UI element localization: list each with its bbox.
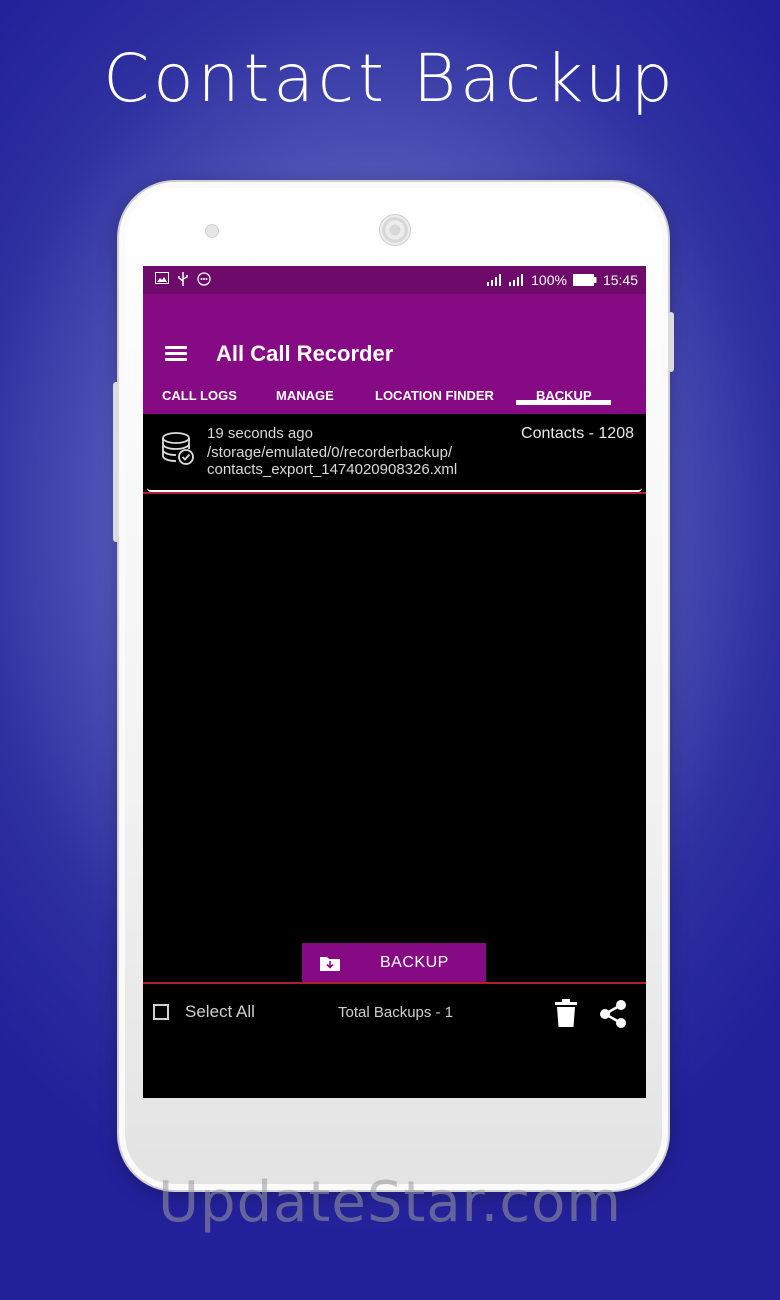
database-check-icon [162,432,194,465]
divider [143,492,646,494]
total-backups: Total Backups - 1 [338,1004,454,1021]
select-all-checkbox[interactable] [153,1004,169,1020]
signal-icon [487,274,502,286]
volume-button [668,312,674,372]
usb-icon [178,272,188,286]
app-bar: All Call Recorder CALL LOGS MANAGE LOCAT… [143,294,646,414]
app-title: All Call Recorder [216,341,394,366]
phone-screen: 100% 15:45 All Call Recorder CALL LOGS M… [143,266,646,1098]
backup-button[interactable]: BACKUP [302,943,486,983]
battery-icon [572,274,597,286]
hamburger-menu-icon[interactable] [165,346,187,362]
divider [143,982,646,984]
front-camera [205,224,219,238]
tab-location-finder[interactable]: LOCATION FINDER [375,378,494,414]
trash-icon[interactable] [555,999,577,1027]
list-item[interactable]: 19 seconds ago /storage/emulated/0/recor… [147,414,642,492]
image-icon [155,272,169,284]
contacts-count: Contacts - 1208 [521,425,634,442]
headline: Contact Backup [103,40,677,117]
tab-bar: CALL LOGS MANAGE LOCATION FINDER BACKUP [143,378,646,414]
backup-time: 19 seconds ago [207,425,313,442]
watermark: UpdateStar.com [158,1170,622,1235]
backup-filename: contacts_export_1474020908326.xml [207,461,458,478]
tab-call-logs[interactable]: CALL LOGS [162,378,237,414]
share-icon[interactable] [598,999,628,1029]
signal-icon [509,274,524,286]
select-all-label[interactable]: Select All [185,1002,255,1022]
tab-manage[interactable]: MANAGE [276,378,334,414]
folder-download-icon [320,957,340,971]
clock: 15:45 [602,272,638,288]
status-bar: 100% 15:45 [143,266,646,294]
earpiece-speaker [379,214,411,246]
backup-path: /storage/emulated/0/recorderbackup/ [207,444,453,461]
side-button [113,382,119,542]
tab-backup[interactable]: BACKUP [536,378,592,414]
active-tab-indicator [516,400,611,405]
chat-icon [197,272,211,286]
backup-button-label: BACKUP [380,954,449,971]
battery-percent: 100% [531,272,567,288]
